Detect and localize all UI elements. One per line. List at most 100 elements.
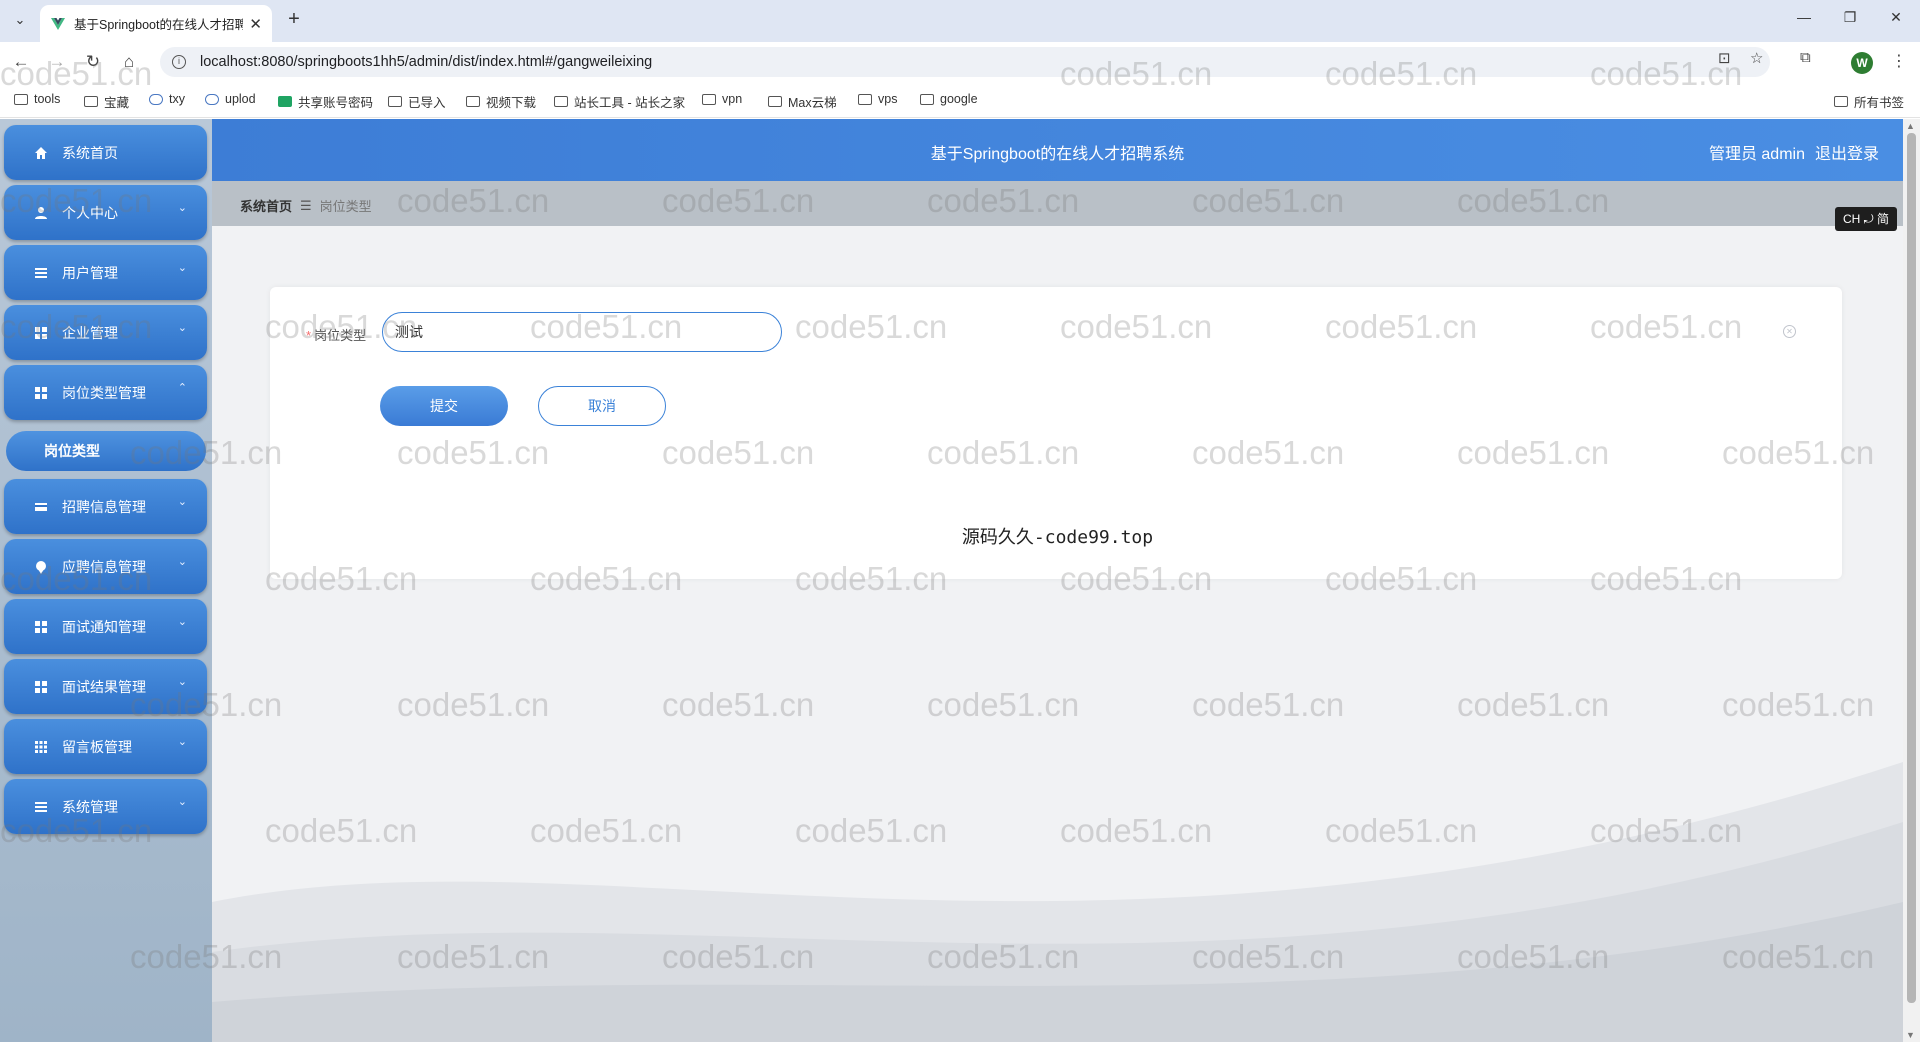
close-icon[interactable]: ✕ [1783,325,1796,338]
sidebar-item-messages[interactable]: 留言板管理 ⌄ [4,719,207,774]
reload-icon[interactable]: ↻ [82,51,104,73]
sidebar-item-users[interactable]: 用户管理 ⌄ [4,245,207,300]
ime-indicator[interactable]: CH ⤾ 简 [1835,207,1897,231]
cloud-icon [149,93,163,105]
folder-icon [388,96,402,107]
sidebar-item-label: 面试通知管理 [62,618,146,635]
job-type-input[interactable] [382,312,782,352]
bookmark-item[interactable]: txy [149,92,185,106]
breadcrumb-bar: 系统首页 ☰ 岗位类型 [212,181,1903,226]
bookmark-item[interactable]: google [920,92,978,106]
sheet-icon [278,96,292,107]
chevron-down-icon: ⌄ [177,322,187,334]
list-icon [35,267,47,278]
scroll-down-icon[interactable]: ▼ [1906,1030,1915,1040]
required-marker: * [306,328,312,343]
admin-info: 管理员 admin 退出登录 [1699,140,1879,164]
chevron-down-icon: ⌄ [177,556,187,568]
browser-menu-icon[interactable]: ⋮ [1891,51,1907,71]
page-scrollbar[interactable]: ▲ ▼ [1903,119,1920,1042]
bookmark-item[interactable]: tools [14,92,60,106]
logout-link[interactable]: 退出登录 [1815,146,1879,163]
chevron-up-icon: ⌃ [177,382,187,394]
folder-icon [920,93,934,105]
sidebar-item-profile[interactable]: 个人中心 ⌄ [4,185,207,240]
home-browser-icon[interactable]: ⌂ [118,51,140,73]
back-icon[interactable]: ← [10,51,32,73]
bookmark-item[interactable]: 宝藏 [84,92,129,111]
minimize-icon[interactable]: — [1794,9,1814,25]
sidebar-item-label: 岗位类型管理 [62,384,146,401]
breadcrumb: 系统首页 ☰ 岗位类型 [240,196,372,215]
sidebar-item-label: 用户管理 [62,264,118,281]
sidebar-item-system[interactable]: 系统管理 ⌄ [4,779,207,834]
url-text: localhost:8080/springboots1hh5/admin/dis… [200,54,653,70]
tab-close-icon[interactable]: ✕ [249,15,262,33]
scrollbar-thumb[interactable] [1907,133,1916,1003]
new-tab-button[interactable]: + [282,8,306,31]
extensions-icon[interactable]: ⧉ [1800,49,1811,66]
bookmark-item[interactable]: Max云梯 [768,92,837,111]
sidebar-item-apply[interactable]: 应聘信息管理 ⌄ [4,539,207,594]
browser-tab-active[interactable]: 基于Springboot的在线人才招聘 ✕ [40,5,272,42]
chevron-down-icon: ⌄ [177,736,187,748]
table-icon [35,740,47,753]
chevron-down-icon: ⌄ [177,676,187,688]
folder-icon [14,93,28,105]
tab-title: 基于Springboot的在线人才招聘 [74,18,244,32]
folder-icon [768,96,782,107]
sidebar-item-label: 系统管理 [62,798,118,815]
breadcrumb-home[interactable]: 系统首页 [240,196,292,215]
sidebar-item-company[interactable]: 企业管理 ⌄ [4,305,207,360]
cancel-button[interactable]: 取消 [538,386,666,426]
sidebar-item-interview-notice[interactable]: 面试通知管理 ⌄ [4,599,207,654]
breadcrumb-separator-icon: ☰ [300,197,312,213]
sidebar-item-label: 系统首页 [62,144,118,161]
sidebar-item-job-type[interactable]: 岗位类型管理 ⌃ [4,365,207,420]
bookmark-item[interactable]: uplod [205,92,256,106]
bookmark-item[interactable]: vps [858,92,897,106]
grid-icon [35,326,47,339]
bookmark-item[interactable]: 共享账号密码 [278,92,373,111]
admin-label: 管理员 admin [1708,146,1805,163]
window-close-icon[interactable]: ✕ [1886,9,1906,26]
pin-icon [36,560,46,574]
chevron-down-icon: ⌄ [177,496,187,508]
chart-icon [554,96,568,107]
site-info-icon[interactable]: i [172,55,186,69]
bookmark-item[interactable]: 站长工具 - 站长之家 [554,92,685,111]
source-caption: 源码久久-code99.top [961,527,1154,548]
folder-icon [702,93,716,105]
sidebar-item-recruit[interactable]: 招聘信息管理 ⌄ [4,479,207,534]
grid-icon [35,680,47,693]
forward-icon[interactable]: → [46,51,68,73]
chevron-down-icon: ⌄ [177,796,187,808]
sidebar-item-label: 个人中心 [62,204,118,221]
scroll-up-icon[interactable]: ▲ [1906,121,1915,131]
tab-search-button[interactable]: ⌄ [8,8,32,32]
profile-avatar[interactable]: W [1851,52,1873,74]
chevron-down-icon: ⌄ [177,202,187,214]
background-wave [212,762,1903,1042]
all-bookmarks[interactable]: 所有书签 [1834,92,1904,111]
submit-button[interactable]: 提交 [380,386,508,426]
browser-tabbar: ⌄ 基于Springboot的在线人才招聘 ✕ + — ❐ ✕ [0,0,1920,42]
breadcrumb-current: 岗位类型 [319,199,372,214]
bookmark-item[interactable]: 视频下载 [466,92,536,111]
address-bar[interactable]: i localhost:8080/springboots1hh5/admin/d… [160,47,1770,77]
sidebar-item-interview-result[interactable]: 面试结果管理 ⌄ [4,659,207,714]
sidebar-subitem-job-type[interactable]: 岗位类型 [6,431,206,471]
list-icon [35,801,47,812]
vue-logo-icon [51,17,65,30]
sidebar-item-home[interactable]: 系统首页 [4,125,207,180]
screenshot-icon[interactable]: ⊡ [1718,49,1731,67]
browser-toolbar: ← → ↻ ⌂ i localhost:8080/springboots1hh5… [0,42,1920,82]
restore-icon[interactable]: ❐ [1840,9,1860,26]
bookmarks-bar: tools 宝藏 txy uplod 共享账号密码 已导入 视频下载 站长工具 … [0,82,1920,118]
bookmark-item[interactable]: 已导入 [388,92,446,111]
bookmark-item[interactable]: vpn [702,92,742,106]
bookmark-star-icon[interactable]: ☆ [1750,49,1763,67]
folder-icon [84,96,98,107]
system-title: 基于Springboot的在线人才招聘系统 [930,146,1185,163]
sidebar: 系统首页 个人中心 ⌄ 用户管理 ⌄ 企业管理 ⌄ 岗位类型管理 ⌃ 岗位类型 … [0,119,212,1042]
